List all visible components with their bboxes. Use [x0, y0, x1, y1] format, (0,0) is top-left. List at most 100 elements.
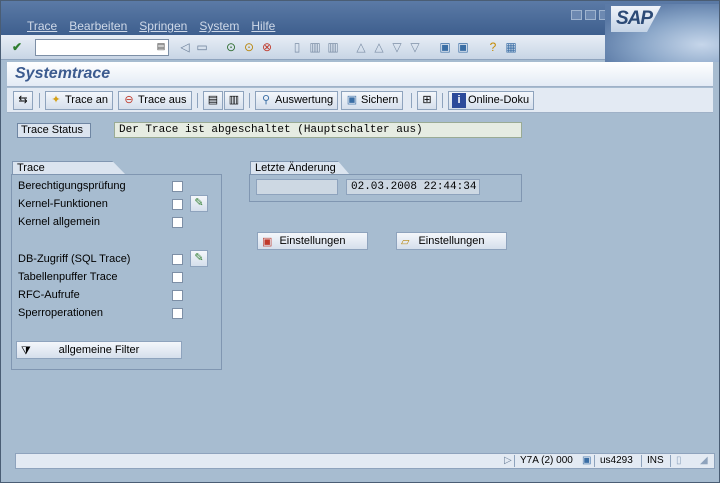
status-lock-icon: ▯	[676, 455, 682, 466]
online-doc-button[interactable]: i Online-Doku	[448, 91, 535, 110]
trace-list-icon: ▤	[207, 94, 219, 106]
kernel-functions-edit-button[interactable]: ✎	[190, 195, 208, 212]
component-checkbox-kernel-general[interactable]	[172, 217, 183, 228]
component-label-table-buffer: Tabellenpuffer Trace	[18, 271, 118, 283]
trace-status-field: Der Trace ist abgeschaltet (Hauptschalte…	[114, 122, 522, 138]
find-icon[interactable]: ▥	[307, 40, 323, 55]
toolbar-separator	[411, 93, 412, 108]
find-next-icon[interactable]: ▥	[325, 40, 341, 55]
settings-tree-button[interactable]: ⊞	[417, 91, 437, 110]
trace-off-button[interactable]: ⊖ Trace aus	[118, 91, 192, 110]
command-field[interactable]: ▤	[35, 39, 169, 56]
menu-hilfe[interactable]: Hilfe	[251, 19, 275, 33]
component-checkbox-lock-operations[interactable]	[172, 308, 183, 319]
component-label-rfc-calls: RFC-Aufrufe	[18, 289, 80, 301]
component-checkbox-table-buffer[interactable]	[172, 272, 183, 283]
application-toolbar: ⇆ ✦ Trace an ⊖ Trace aus ▤ ▥ ⚲ Auswertun…	[7, 88, 713, 113]
help-icon[interactable]: ?	[485, 40, 501, 55]
component-label-lock-operations: Sperroperationen	[18, 307, 104, 319]
trace-on-label: Trace an	[65, 94, 109, 106]
toolbar-separator	[442, 93, 443, 108]
settings-tree-icon: ⊞	[422, 94, 432, 106]
component-checkbox-db-access[interactable]	[172, 254, 183, 265]
status-insert-mode: INS	[647, 455, 664, 466]
status-bar: ▷ Y7A (2) 000 ▣ us4293 INS ▯ ◢	[15, 453, 715, 469]
save-settings-button[interactable]: ▣ Einstellungen	[257, 232, 368, 250]
trace-status-label[interactable]: Trace Status	[17, 123, 91, 138]
print-icon[interactable]: ▯	[289, 40, 305, 55]
toolbar-separator	[249, 93, 250, 108]
save-trace-button[interactable]: ▣ Sichern	[341, 91, 404, 110]
toolbar-separator	[197, 93, 198, 108]
menu-trace[interactable]: Trace	[27, 19, 57, 33]
menu-list: Trace Bearbeiten Springen System Hilfe	[27, 19, 275, 33]
resize-grip-icon[interactable]: ◢	[700, 455, 708, 467]
trace-on-button[interactable]: ✦ Trace an	[45, 91, 114, 110]
page-title: Systemtrace	[15, 65, 111, 82]
last-change-user-field	[256, 179, 338, 195]
title-bar: Systemtrace	[7, 62, 713, 87]
sap-logo: SAP	[611, 6, 661, 32]
first-page-icon[interactable]: △	[353, 40, 369, 55]
next-page-icon[interactable]: ▽	[389, 40, 405, 55]
components-group: Berechtigungsprüfung Kernel-Funktionen ✎…	[11, 174, 222, 370]
component-checkbox-authorization[interactable]	[172, 181, 183, 192]
last-change-group-title: Letzte Änderung	[250, 161, 350, 175]
edit-icon: ✎	[194, 197, 204, 209]
components-group-title: Trace Komponenten	[12, 161, 126, 175]
floppy-save-icon: ▣	[262, 236, 273, 248]
previous-icon[interactable]: ◁	[177, 40, 193, 55]
command-history-icon[interactable]: ▤	[155, 41, 167, 54]
toolbar-separator	[39, 93, 40, 108]
last-change-timestamp: 02.03.2008 22:44:34	[346, 179, 480, 195]
minimize-button[interactable]	[571, 10, 582, 20]
filter-icon: ⧩	[21, 345, 31, 357]
exit-icon[interactable]: ⊙	[241, 40, 257, 55]
edit-icon: ✎	[194, 252, 204, 264]
status-system-list-icon[interactable]: ▣	[582, 455, 591, 467]
component-label-kernel-functions: Kernel-Funktionen	[18, 198, 108, 210]
sap-window: Trace Bearbeiten Springen System Hilfe S…	[0, 0, 720, 483]
layout-menu-icon[interactable]: ▦	[503, 40, 519, 55]
component-checkbox-rfc-calls[interactable]	[172, 290, 183, 301]
menu-bearbeiten[interactable]: Bearbeiten	[69, 19, 127, 33]
trace-off-icon: ⊖	[124, 94, 134, 106]
status-system: Y7A (2) 000	[520, 455, 573, 466]
evaluation-label: Auswertung	[275, 94, 334, 106]
previous-page-icon[interactable]: △	[371, 40, 387, 55]
shortcut-icon[interactable]: ▣	[455, 40, 471, 55]
save-icon[interactable]: ▭	[194, 40, 210, 55]
open-folder-icon: ▱	[401, 236, 410, 248]
save-settings-label: Einstellungen	[279, 235, 346, 247]
online-doc-label: Online-Doku	[468, 94, 530, 106]
evaluation-icon: ⚲	[261, 94, 271, 106]
trace-off-label: Trace aus	[138, 94, 187, 106]
status-expand-icon[interactable]: ▷	[504, 455, 512, 467]
general-filter-label: allgemeine Filter	[58, 344, 140, 356]
component-label-kernel-general: Kernel allgemein	[18, 216, 100, 228]
menu-system[interactable]: System	[199, 19, 239, 33]
trace-detail-icon: ▥	[228, 94, 240, 106]
component-label-authorization: Berechtigungsprüfung	[18, 180, 126, 192]
display-change-icon: ⇆	[18, 94, 28, 106]
component-checkbox-kernel-functions[interactable]	[172, 199, 183, 210]
save-trace-icon: ▣	[346, 94, 358, 106]
trace-on-icon: ✦	[51, 94, 61, 106]
new-session-icon[interactable]: ▣	[437, 40, 453, 55]
last-page-icon[interactable]: ▽	[407, 40, 423, 55]
back-icon[interactable]: ⊙	[223, 40, 239, 55]
maximize-button[interactable]	[585, 10, 596, 20]
trace-detail-button[interactable]: ▥	[224, 91, 244, 110]
load-settings-button[interactable]: ▱ Einstellungen	[396, 232, 507, 250]
sap-logo-area: SAP	[605, 4, 719, 62]
enter-icon[interactable]: ✔	[9, 40, 25, 55]
db-access-edit-button[interactable]: ✎	[190, 250, 208, 267]
menu-springen[interactable]: Springen	[139, 19, 187, 33]
evaluation-button[interactable]: ⚲ Auswertung	[255, 91, 339, 110]
general-filter-button[interactable]: ⧩ allgemeine Filter	[16, 341, 182, 359]
display-change-button[interactable]: ⇆	[13, 91, 33, 110]
trace-list-button[interactable]: ▤	[203, 91, 223, 110]
cancel-icon[interactable]: ⊗	[259, 40, 275, 55]
status-separator	[641, 455, 642, 467]
last-change-group: 02.03.2008 22:44:34	[249, 174, 522, 202]
